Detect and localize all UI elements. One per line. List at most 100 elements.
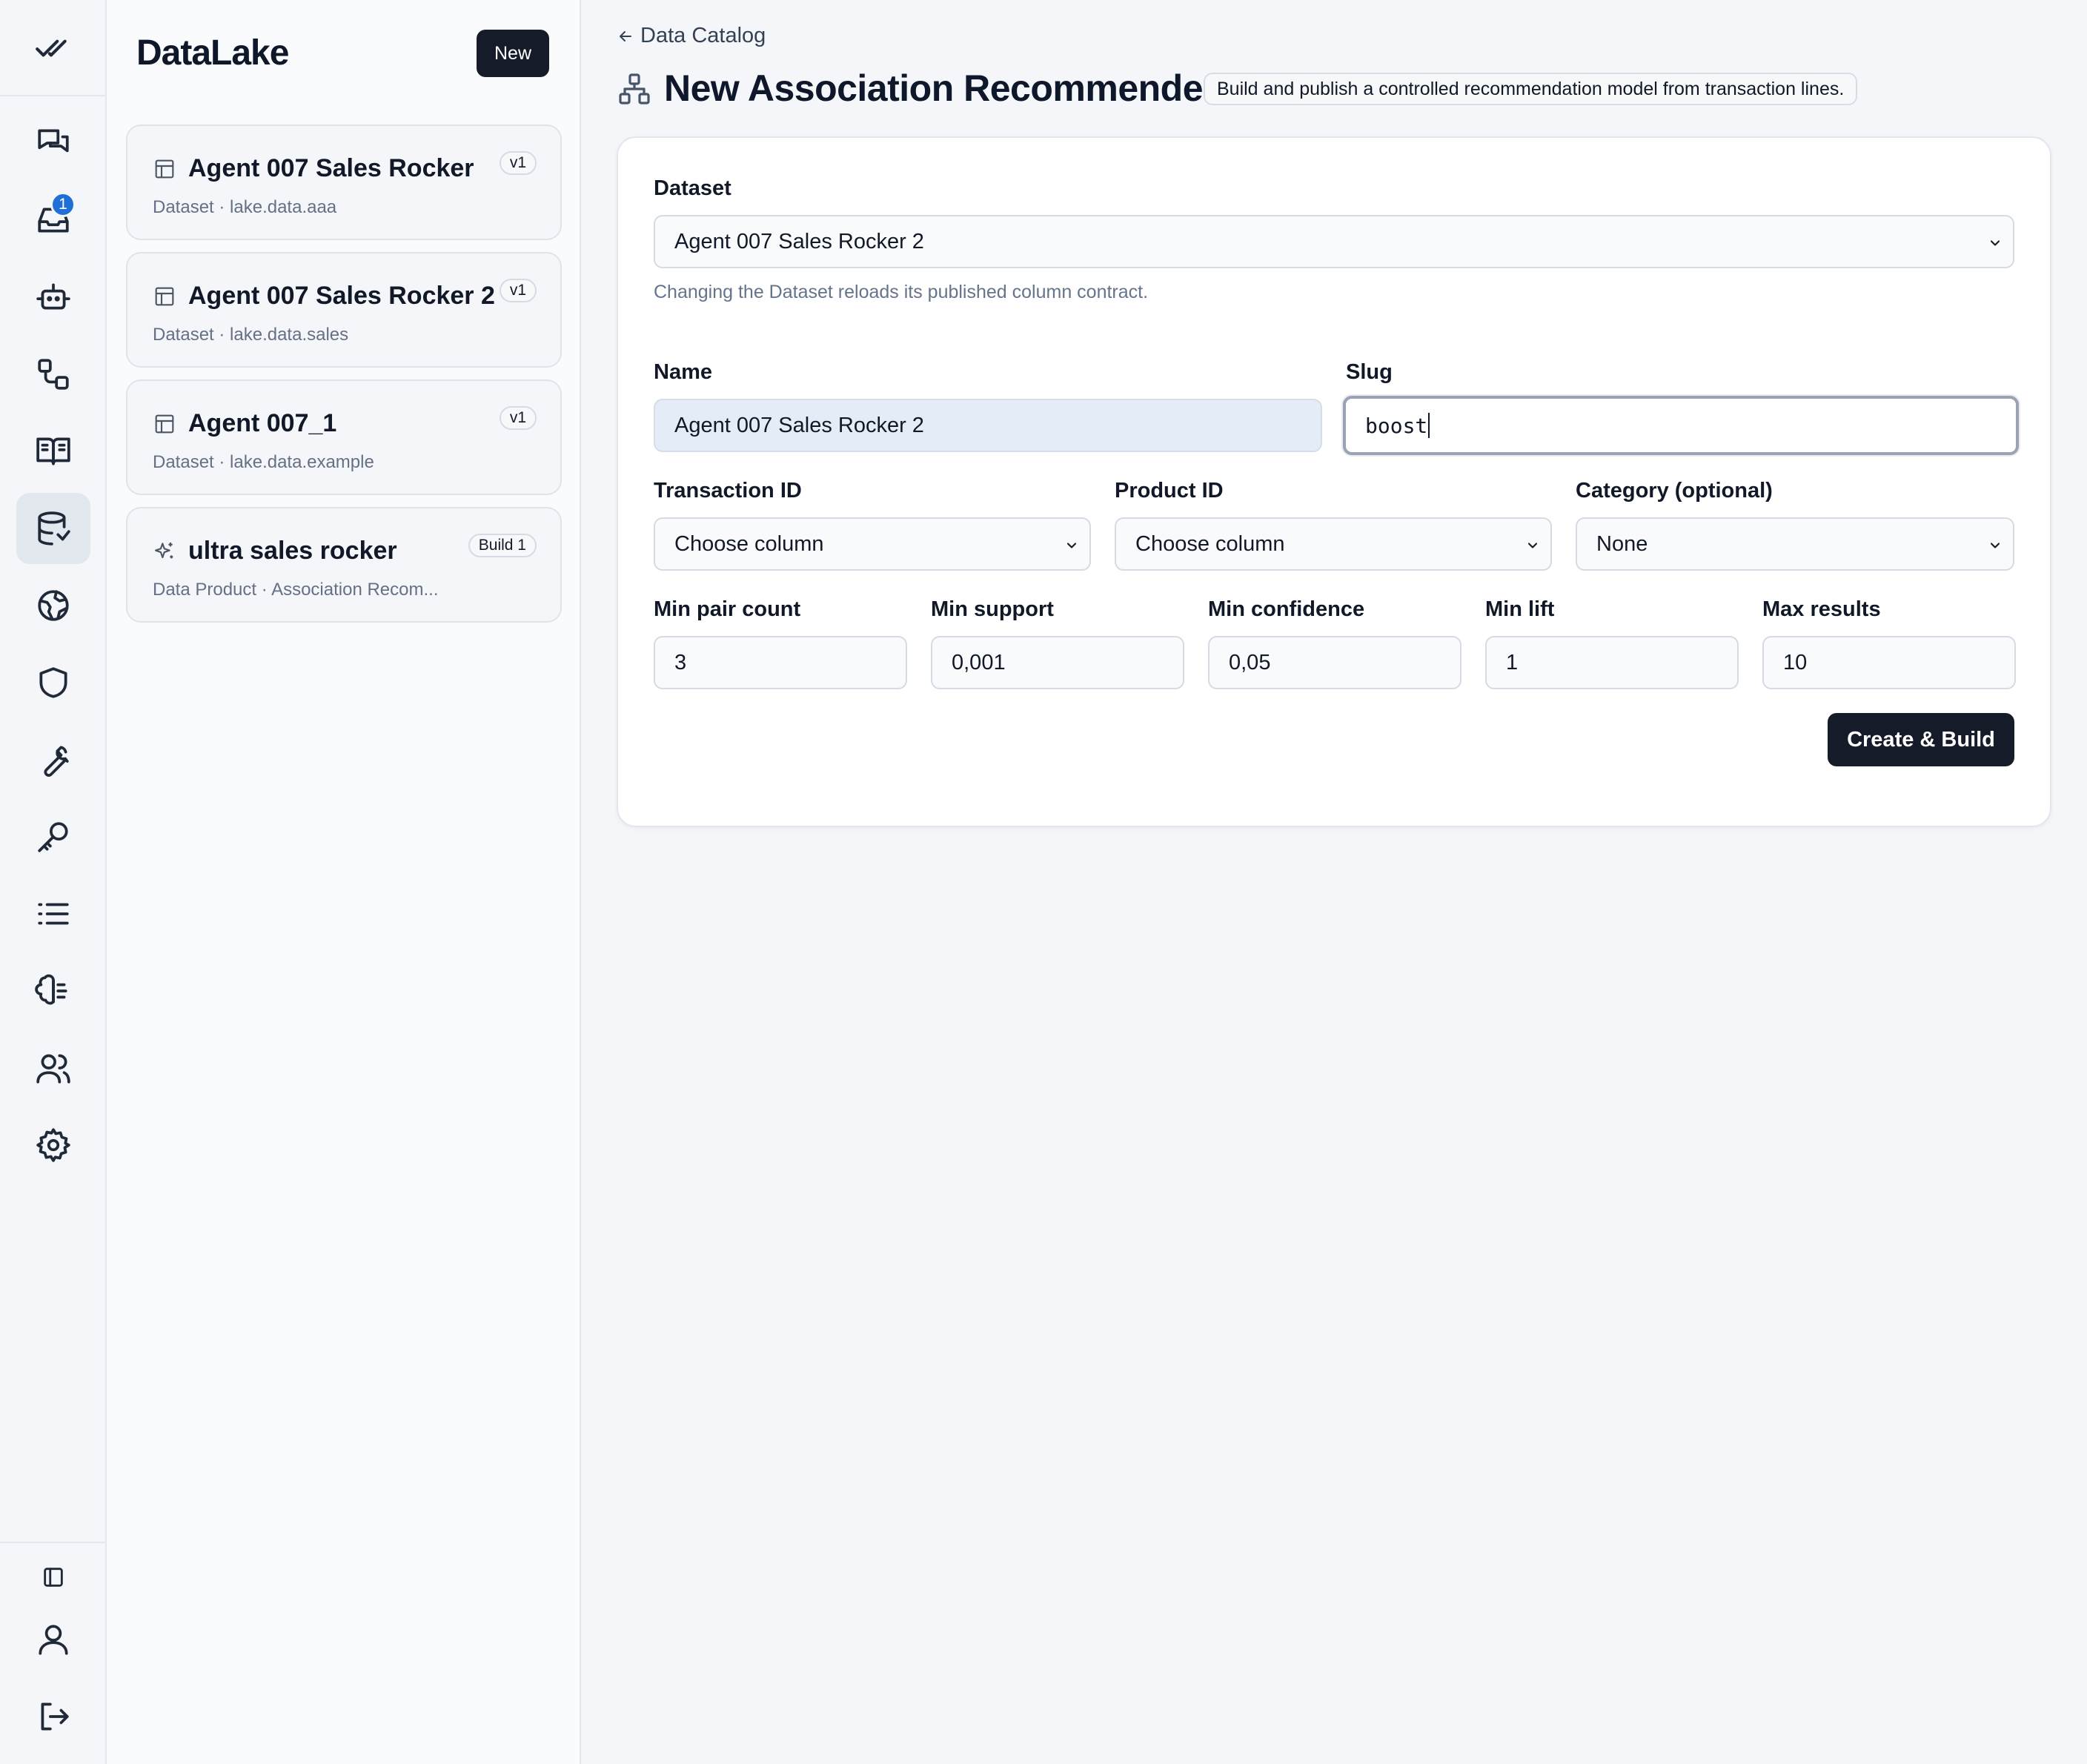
catalog-item-subtitle: Data Product · Association Recom... bbox=[153, 580, 439, 600]
min-pair-count-input[interactable]: 3 bbox=[654, 636, 907, 689]
brain-icon bbox=[35, 974, 67, 1005]
users-nav-button[interactable] bbox=[16, 1032, 90, 1104]
chevron-down-icon bbox=[1066, 543, 1077, 548]
settings-nav-button[interactable] bbox=[16, 1110, 90, 1181]
chevron-down-icon bbox=[1990, 543, 2000, 548]
agents-nav-button[interactable] bbox=[16, 262, 90, 333]
version-badge: v1 bbox=[499, 406, 537, 430]
product-id-value: Choose column bbox=[1135, 531, 1285, 556]
slug-input[interactable]: boost bbox=[1343, 396, 2019, 455]
page-title: New Association Recommender bbox=[664, 67, 1217, 109]
hierarchy-icon bbox=[619, 73, 650, 105]
sidebar-toggle-button[interactable] bbox=[16, 1542, 90, 1613]
gear-icon bbox=[36, 1128, 70, 1162]
key-icon bbox=[38, 822, 68, 852]
book-icon bbox=[36, 437, 70, 465]
catalog-item[interactable]: ultra sales rocker Data Product · Associ… bbox=[126, 507, 562, 623]
logout-button[interactable] bbox=[16, 1681, 90, 1752]
max-results-input[interactable]: 10 bbox=[1762, 636, 2016, 689]
bot-icon bbox=[36, 283, 70, 310]
new-button[interactable]: New bbox=[477, 30, 549, 77]
version-badge: v1 bbox=[499, 279, 537, 302]
table-icon bbox=[155, 159, 174, 179]
list-icon bbox=[38, 903, 69, 925]
catalog-item[interactable]: Agent 007 Sales Rocker Dataset · lake.da… bbox=[126, 125, 562, 240]
version-badge: v1 bbox=[499, 151, 537, 175]
category-value: None bbox=[1596, 531, 1648, 556]
users-icon bbox=[36, 1054, 70, 1084]
docs-nav-button[interactable] bbox=[16, 416, 90, 487]
name-input-value: Agent 007 Sales Rocker 2 bbox=[674, 413, 924, 437]
build-badge: Build 1 bbox=[468, 534, 537, 557]
dataset-select-value: Agent 007 Sales Rocker 2 bbox=[674, 229, 924, 253]
transaction-id-label: Transaction ID bbox=[654, 479, 802, 503]
min-confidence-value: 0,05 bbox=[1229, 650, 1271, 674]
dataset-select[interactable]: Agent 007 Sales Rocker 2 bbox=[654, 215, 2014, 268]
min-support-input[interactable]: 0,001 bbox=[931, 636, 1184, 689]
slug-input-value: boost bbox=[1365, 413, 1428, 438]
chevron-down-icon bbox=[1990, 240, 2000, 246]
name-label: Name bbox=[654, 360, 712, 384]
icon-rail: 1 bbox=[0, 0, 107, 1764]
workflow-nav-button[interactable] bbox=[16, 339, 90, 410]
catalog-item-subtitle: Dataset · lake.data.aaa bbox=[153, 197, 337, 217]
min-confidence-input[interactable]: 0,05 bbox=[1208, 636, 1461, 689]
min-support-value: 0,001 bbox=[952, 650, 1006, 674]
logout-icon bbox=[41, 1702, 69, 1731]
dataset-hint: Changing the Dataset reloads its publish… bbox=[654, 282, 1149, 302]
arrow-left-icon bbox=[620, 30, 631, 42]
globe-nav-button[interactable] bbox=[16, 570, 90, 641]
rail-logo bbox=[0, 0, 105, 96]
back-link[interactable]: Data Catalog bbox=[617, 24, 766, 48]
workflow-icon bbox=[38, 359, 69, 390]
text-caret bbox=[1428, 413, 1430, 438]
catalog-item-subtitle: Dataset · lake.data.example bbox=[153, 452, 374, 472]
min-confidence-label: Min confidence bbox=[1208, 597, 1365, 621]
max-results-label: Max results bbox=[1762, 597, 1881, 621]
catalog-item[interactable]: Agent 007_1 Dataset · lake.data.example … bbox=[126, 379, 562, 495]
tools-nav-button[interactable] bbox=[16, 724, 90, 795]
shield-icon bbox=[39, 667, 67, 698]
list-nav-button[interactable] bbox=[16, 878, 90, 949]
catalog-item-subtitle: Dataset · lake.data.sales bbox=[153, 325, 349, 345]
chat-icon bbox=[38, 129, 69, 153]
security-nav-button[interactable] bbox=[16, 647, 90, 718]
sidebar-toggle-icon bbox=[44, 1568, 63, 1587]
catalog-item-title: ultra sales rocker bbox=[188, 537, 397, 565]
catalog-item-title: Agent 007_1 bbox=[188, 409, 337, 437]
name-input[interactable]: Agent 007 Sales Rocker 2 bbox=[654, 399, 1322, 452]
min-pair-count-label: Min pair count bbox=[654, 597, 801, 621]
slug-label: Slug bbox=[1346, 360, 1393, 384]
min-support-label: Min support bbox=[931, 597, 1054, 621]
catalog-item[interactable]: Agent 007 Sales Rocker 2 Dataset · lake.… bbox=[126, 252, 562, 368]
chat-nav-button[interactable] bbox=[16, 107, 90, 179]
globe-icon bbox=[38, 590, 69, 621]
min-lift-label: Min lift bbox=[1485, 597, 1555, 621]
table-icon bbox=[155, 414, 174, 434]
category-label: Category (optional) bbox=[1576, 479, 1773, 503]
sparkle-icon bbox=[154, 543, 173, 559]
table-icon bbox=[155, 287, 174, 306]
product-id-select[interactable]: Choose column bbox=[1115, 517, 1552, 571]
create-build-button[interactable]: Create & Build bbox=[1828, 713, 2014, 766]
brain-nav-button[interactable] bbox=[16, 955, 90, 1027]
user-icon bbox=[39, 1625, 68, 1655]
inbox-nav-button[interactable]: 1 bbox=[16, 185, 90, 256]
min-pair-count-value: 3 bbox=[674, 650, 687, 674]
transaction-id-select[interactable]: Choose column bbox=[654, 517, 1091, 571]
product-id-label: Product ID bbox=[1115, 479, 1224, 503]
back-link-label: Data Catalog bbox=[640, 24, 766, 47]
check-double-icon[interactable] bbox=[34, 29, 71, 66]
datalake-nav-button[interactable] bbox=[16, 493, 90, 564]
dataset-label: Dataset bbox=[654, 176, 731, 200]
inbox-badge: 1 bbox=[50, 192, 76, 217]
page-description: Build and publish a controlled recommend… bbox=[1204, 73, 1858, 105]
wrench-icon bbox=[44, 746, 69, 777]
category-select[interactable]: None bbox=[1576, 517, 2014, 571]
catalog-item-title: Agent 007 Sales Rocker 2 bbox=[188, 282, 495, 310]
min-lift-input[interactable]: 1 bbox=[1485, 636, 1739, 689]
profile-button[interactable] bbox=[16, 1604, 90, 1675]
keys-nav-button[interactable] bbox=[16, 801, 90, 872]
chevron-down-icon bbox=[1527, 543, 1538, 548]
catalog-panel: DataLake New Agent 007 Sales Rocker Data… bbox=[107, 0, 581, 1764]
